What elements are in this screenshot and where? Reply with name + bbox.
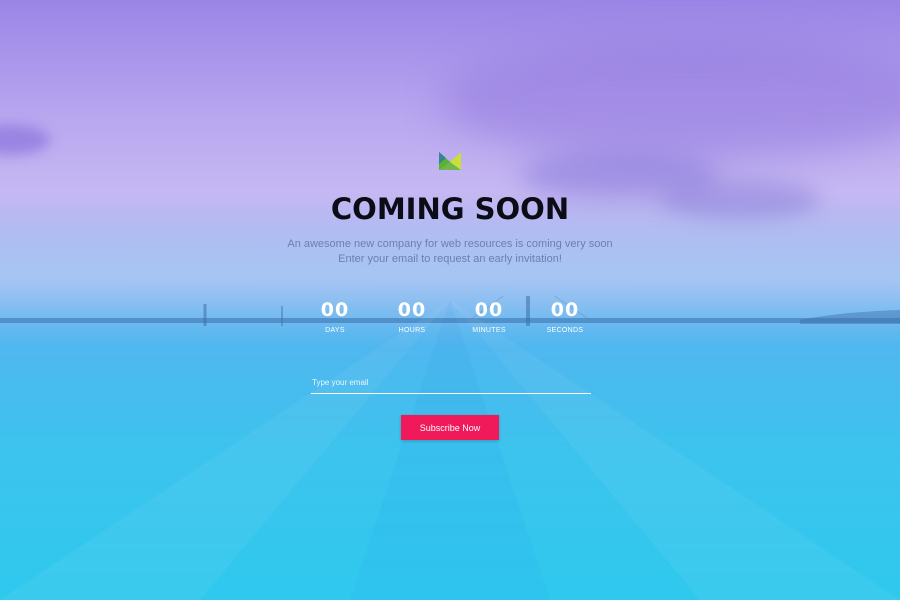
subtitle-line-1: An awesome new company for web resources… — [287, 238, 613, 250]
email-form — [311, 372, 591, 394]
countdown-seconds-value: 00 — [550, 299, 580, 321]
brand-m-logo-icon — [439, 152, 461, 170]
countdown-minutes-value: 00 — [474, 299, 504, 321]
countdown-days-value: 00 — [320, 299, 350, 321]
countdown-hours-value: 00 — [397, 299, 427, 321]
subtitle-line-2: Enter your email to request an early inv… — [338, 253, 562, 265]
countdown-minutes-label: MINUTES — [472, 327, 506, 334]
countdown-seconds-label: SECONDS — [546, 327, 584, 334]
countdown-days: 00 DAYS — [295, 299, 375, 334]
countdown-seconds: 00 SECONDS — [525, 299, 605, 334]
countdown-days-label: DAYS — [325, 327, 345, 334]
countdown-hours-label: HOURS — [398, 327, 426, 334]
page-title: COMING SOON — [330, 192, 570, 226]
email-input[interactable] — [311, 372, 591, 394]
subscribe-button[interactable]: Subscribe Now — [401, 415, 499, 440]
countdown-hours: 00 HOURS — [372, 299, 452, 334]
countdown-minutes: 00 MINUTES — [449, 299, 529, 334]
